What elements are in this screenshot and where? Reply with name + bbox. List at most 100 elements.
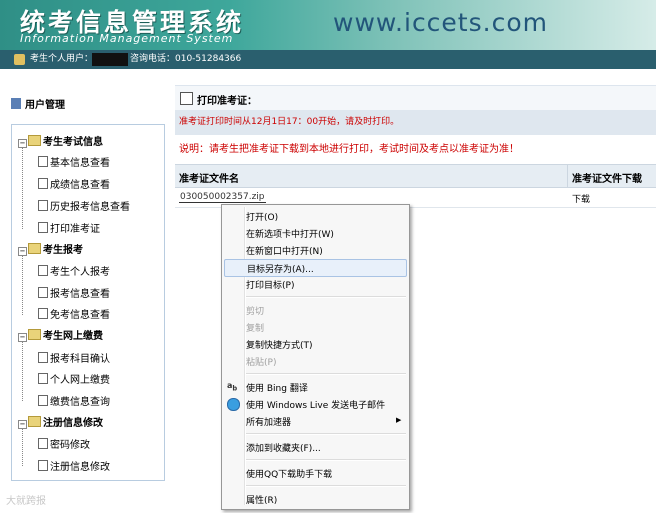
user-info-bar: 考生个人用户： 咨询电话：010-51284366 xyxy=(0,50,656,69)
menu-item-copy[interactable]: 复制 xyxy=(246,321,264,334)
user-management-label: 用户管理 xyxy=(25,100,65,111)
page-icon xyxy=(38,265,48,276)
table-header: 准考证文件名 准考证文件下载 xyxy=(175,164,656,188)
collapse-icon[interactable]: − xyxy=(18,333,27,342)
user-management-icon xyxy=(11,98,21,109)
page-icon xyxy=(38,308,48,319)
user-icon xyxy=(14,54,25,65)
tree-item-exempt-info[interactable]: 免考信息查看 xyxy=(38,306,110,321)
windows-live-icon xyxy=(227,398,240,411)
tree-item-label: 成绩信息查看 xyxy=(50,180,110,191)
menu-item-add-favorites[interactable]: 添加到收藏夹(F)... xyxy=(246,441,321,454)
header-banner: 统考信息管理系统 Information Management System w… xyxy=(0,0,656,50)
tree-item-label: 注册信息修改 xyxy=(50,462,110,473)
site-url: www.iccets.com xyxy=(333,8,548,37)
tree-item-print-admission[interactable]: 打印准考证 xyxy=(38,220,100,235)
tree-item-label: 缴费信息查询 xyxy=(50,397,110,408)
folder-icon xyxy=(28,329,41,340)
page-icon xyxy=(38,460,48,471)
tree-item-label: 报考信息查看 xyxy=(50,289,110,300)
collapse-icon[interactable]: − xyxy=(18,247,27,256)
tree-item-history-info[interactable]: 历史报考信息查看 xyxy=(38,198,130,213)
column-divider xyxy=(567,165,568,187)
collapse-icon[interactable]: − xyxy=(18,420,27,429)
watermark: 大就跨报 xyxy=(6,496,46,507)
sidebar-tree: − 考生考试信息 基本信息查看 成绩信息查看 历史报考信息查看 打印准考证 − 考生… xyxy=(11,124,165,481)
tree-item-online-payment[interactable]: 个人网上缴费 xyxy=(38,371,110,386)
tree-item-registration-edit[interactable]: 注册信息修改 xyxy=(38,458,110,473)
menu-item-qq-download[interactable]: 使用QQ下载助手下载 xyxy=(246,467,332,480)
print-time-notice: 准考证打印时间从12月1日17：00开始，请及时打印。 xyxy=(175,110,656,135)
tree-group-registration[interactable]: − 考生报考 xyxy=(18,241,83,256)
menu-item-open-new-tab[interactable]: 在新选项卡中打开(W) xyxy=(246,227,334,240)
context-menu: 打开(O) 在新选项卡中打开(W) 在新窗口中打开(N) 目标另存为(A)...… xyxy=(221,204,410,510)
collapse-icon[interactable]: − xyxy=(18,139,27,148)
user-label: 考生个人用户： xyxy=(30,54,94,64)
menu-separator xyxy=(246,433,406,435)
column-header-filename: 准考证文件名 xyxy=(179,174,239,185)
page-icon xyxy=(38,352,48,363)
tree-item-label: 打印准考证 xyxy=(50,224,100,235)
menu-item-label: 目标另存为(A)... xyxy=(247,265,314,275)
admission-file-link[interactable]: 030050002357.zip xyxy=(179,192,266,203)
submenu-arrow-icon: ▶ xyxy=(396,416,402,424)
menu-item-cut[interactable]: 剪切 xyxy=(246,304,264,317)
panel-title: 打印准考证： xyxy=(197,96,257,107)
page-icon xyxy=(38,178,48,189)
column-header-download: 准考证文件下载 xyxy=(572,174,642,185)
menu-item-open[interactable]: 打开(O) xyxy=(246,210,278,223)
tree-item-personal-register[interactable]: 考生个人报考 xyxy=(38,263,110,278)
redacted-username xyxy=(92,53,128,66)
page-icon xyxy=(38,438,48,449)
system-subtitle: Information Management System xyxy=(20,32,234,45)
tree-item-subject-confirm[interactable]: 报考科目确认 xyxy=(38,350,110,365)
tree-item-payment-query[interactable]: 缴费信息查询 xyxy=(38,393,110,408)
menu-item-paste[interactable]: 粘贴(P) xyxy=(246,355,276,368)
folder-icon xyxy=(28,135,41,146)
menu-separator xyxy=(246,296,406,298)
tree-connector xyxy=(22,428,23,466)
tree-item-register-info[interactable]: 报考信息查看 xyxy=(38,285,110,300)
instruction-text: 说明：请考生把准考证下载到本地进行打印，考试时间及考点以准考证为准！ xyxy=(179,144,519,155)
tree-item-password-change[interactable]: 密码修改 xyxy=(38,436,90,451)
page-icon xyxy=(38,200,48,211)
page-icon xyxy=(38,222,48,233)
tree-group-account[interactable]: − 注册信息修改 xyxy=(18,414,103,429)
translate-icon: ab xyxy=(227,381,238,393)
tree-item-label: 历史报考信息查看 xyxy=(50,202,130,213)
tree-item-label: 密码修改 xyxy=(50,440,90,451)
tree-item-label: 个人网上缴费 xyxy=(50,375,110,386)
folder-icon xyxy=(28,416,41,427)
tree-item-basic-info[interactable]: 基本信息查看 xyxy=(38,154,110,169)
download-link[interactable]: 下载 xyxy=(572,192,590,205)
menu-item-open-new-window[interactable]: 在新窗口中打开(N) xyxy=(246,244,323,257)
page-icon xyxy=(38,373,48,384)
phone-label: 咨询电话：010-51284366 xyxy=(130,54,242,64)
tree-item-score-info[interactable]: 成绩信息查看 xyxy=(38,176,110,191)
menu-item-copy-shortcut[interactable]: 复制快捷方式(T) xyxy=(246,338,313,351)
folder-icon xyxy=(28,243,41,254)
tree-item-label: 基本信息查看 xyxy=(50,158,110,169)
menu-separator xyxy=(246,373,406,375)
user-management-title: 用户管理 xyxy=(11,96,65,111)
menu-item-print-target[interactable]: 打印目标(P) xyxy=(246,278,294,291)
tree-item-label: 考生个人报考 xyxy=(50,267,110,278)
print-admission-panel: 打印准考证： 准考证打印时间从12月1日17：00开始，请及时打印。 说明：请考… xyxy=(175,83,656,213)
tree-group-label: 考生考试信息 xyxy=(43,137,103,148)
tree-group-exam-info[interactable]: − 考生考试信息 xyxy=(18,133,103,148)
tree-group-label: 考生网上缴费 xyxy=(43,331,103,342)
tree-item-label: 免考信息查看 xyxy=(50,310,110,321)
menu-item-properties[interactable]: 属性(R) xyxy=(246,493,277,506)
page-icon xyxy=(38,395,48,406)
menu-item-all-accelerators[interactable]: 所有加速器 xyxy=(246,415,291,428)
menu-separator xyxy=(246,485,406,487)
page-icon xyxy=(38,156,48,167)
page-icon xyxy=(38,287,48,298)
edit-icon xyxy=(180,92,193,105)
tree-item-label: 报考科目确认 xyxy=(50,354,110,365)
menu-item-save-target-as[interactable]: 目标另存为(A)... xyxy=(224,259,407,277)
menu-item-bing-translate[interactable]: 使用 Bing 翻译 xyxy=(246,381,308,394)
menu-item-windows-live-email[interactable]: 使用 Windows Live 发送电子邮件 xyxy=(246,398,385,411)
tree-group-payment[interactable]: − 考生网上缴费 xyxy=(18,327,103,342)
tree-group-label: 注册信息修改 xyxy=(43,418,103,429)
